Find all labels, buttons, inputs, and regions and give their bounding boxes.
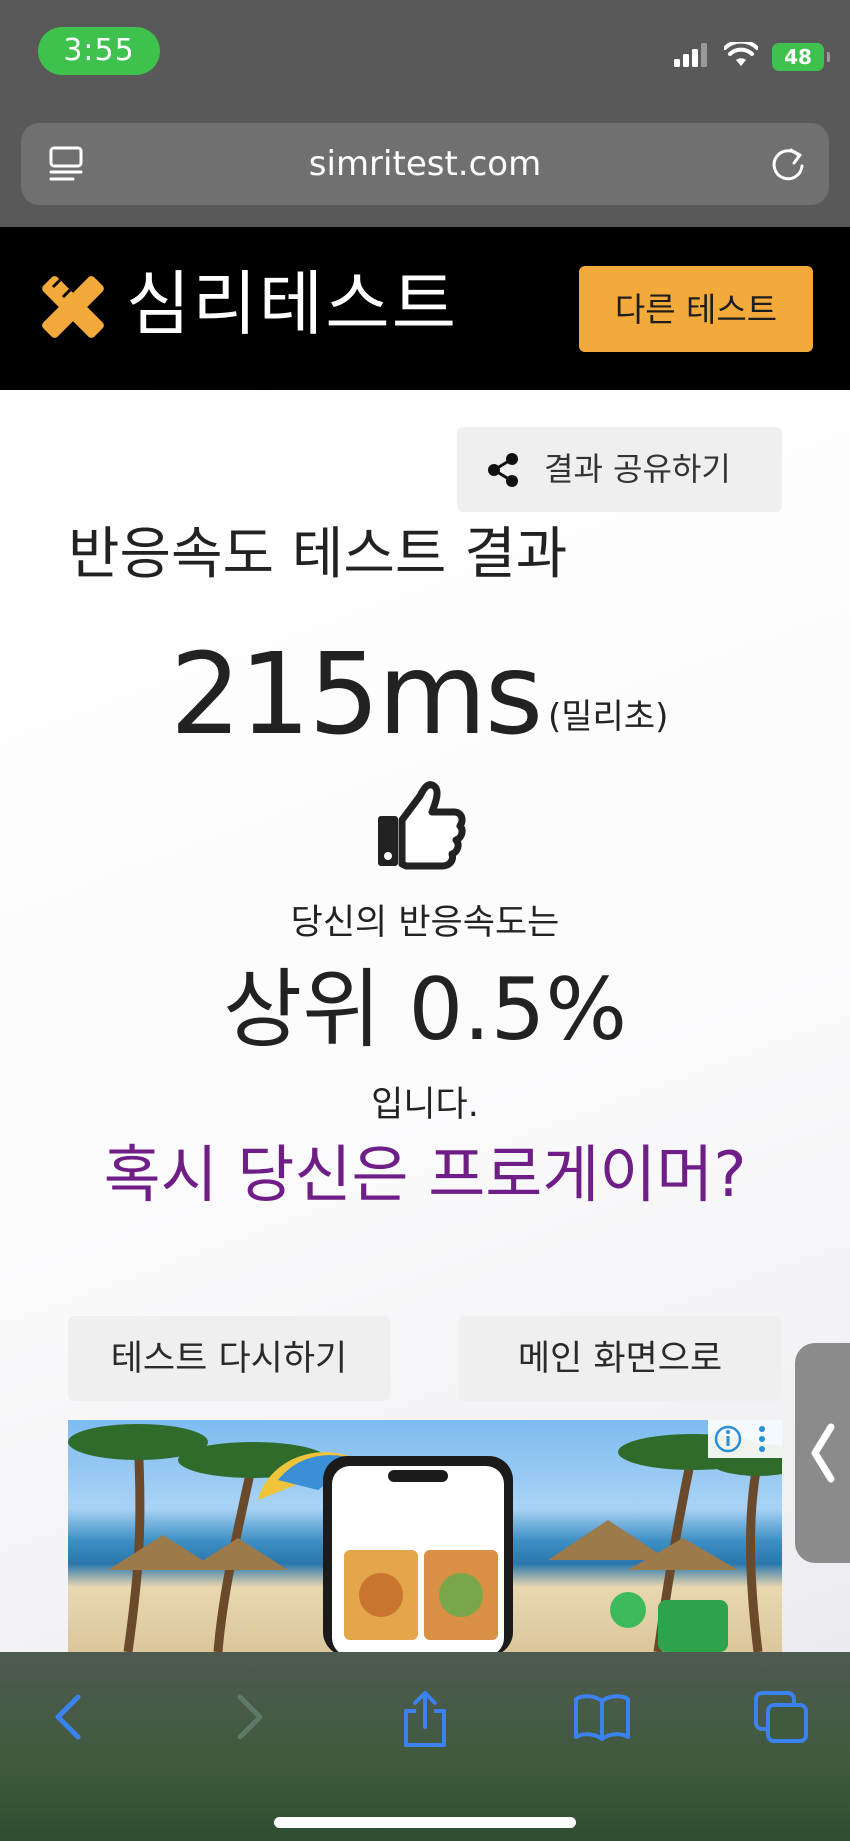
wifi-icon bbox=[723, 39, 759, 72]
bookmarks-icon[interactable] bbox=[572, 1689, 632, 1749]
status-time: 3:55 bbox=[38, 27, 160, 75]
ad-banner[interactable] bbox=[68, 1420, 782, 1652]
thumbs-up-icon bbox=[376, 780, 466, 876]
browser-bottom-toolbar bbox=[0, 1652, 850, 1841]
share-result-button[interactable]: 결과 공유하기 bbox=[457, 427, 782, 512]
pencil-ruler-logo-icon[interactable] bbox=[33, 267, 113, 351]
retry-test-button[interactable]: 테스트 다시하기 bbox=[68, 1316, 390, 1401]
result-intro-text: 당신의 반응속도는 bbox=[290, 903, 560, 943]
tabs-icon[interactable] bbox=[752, 1689, 810, 1749]
status-bar: 3:55 48 bbox=[0, 0, 850, 110]
share-icon bbox=[485, 452, 521, 496]
site-logo-text[interactable]: 심리테스트 bbox=[126, 259, 458, 349]
url-bar[interactable]: simritest.com bbox=[21, 123, 829, 205]
other-tests-button[interactable]: 다른 테스트 bbox=[579, 266, 813, 352]
result-content: 결과 공유하기 반응속도 테스트 결과 215ms (밀리초) 당신의 반응속도… bbox=[0, 390, 850, 1652]
side-drawer-tab[interactable] bbox=[795, 1343, 850, 1563]
site-header: 심리테스트 다른 테스트 bbox=[0, 227, 850, 390]
back-icon[interactable] bbox=[48, 1689, 88, 1749]
home-indicator bbox=[274, 1817, 576, 1828]
result-tagline: 혹시 당신은 프로게이머? bbox=[103, 1138, 747, 1211]
reload-icon[interactable] bbox=[769, 144, 809, 188]
chevron-left-icon bbox=[809, 1423, 835, 1487]
rank-percentile: 상위 0.5% bbox=[222, 960, 628, 1060]
status-icons: 48 bbox=[674, 39, 830, 72]
result-suffix-text: 입니다. bbox=[371, 1085, 479, 1125]
ad-info-controls[interactable] bbox=[708, 1420, 782, 1458]
battery-icon: 48 bbox=[772, 43, 830, 71]
page-title: 반응속도 테스트 결과 bbox=[68, 522, 568, 587]
url-text: simritest.com bbox=[308, 144, 542, 184]
share-icon[interactable] bbox=[398, 1689, 452, 1753]
forward-icon[interactable] bbox=[230, 1689, 270, 1749]
main-screen-button[interactable]: 메인 화면으로 bbox=[459, 1316, 781, 1401]
browser-address-area: simritest.com bbox=[0, 110, 850, 227]
signal-icon bbox=[674, 43, 710, 71]
reaction-score: 215ms bbox=[170, 630, 543, 760]
share-result-label: 결과 공유하기 bbox=[544, 450, 731, 488]
score-unit: (밀리초) bbox=[548, 697, 669, 737]
ad-beach-illustration bbox=[68, 1424, 782, 1652]
